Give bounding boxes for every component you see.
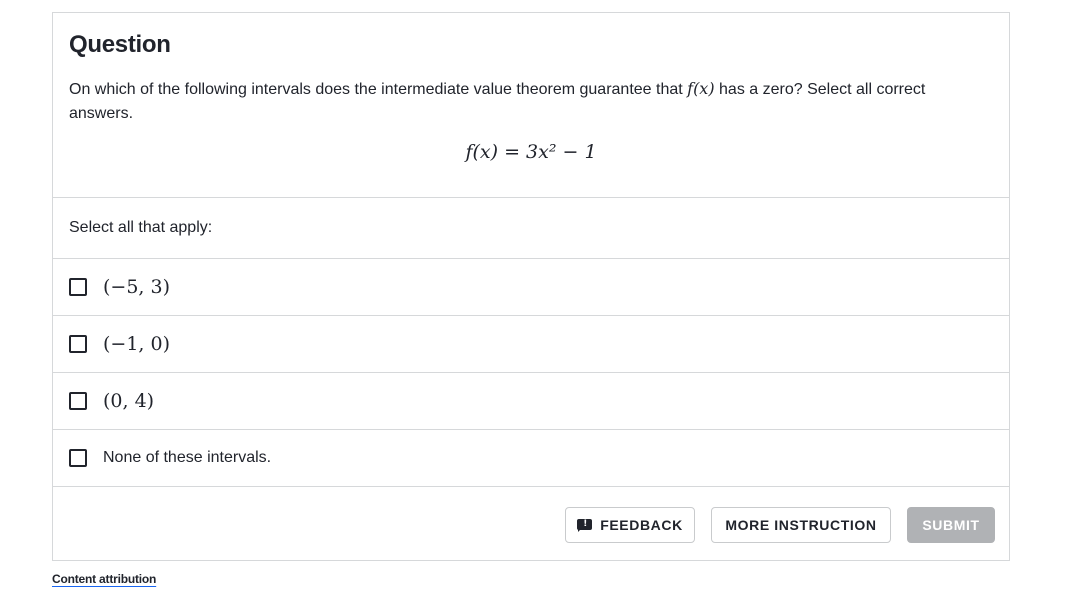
choice-1[interactable]: (−5, 3) — [53, 259, 1009, 316]
choice-checkbox[interactable] — [69, 335, 87, 353]
content-attribution-link[interactable]: Content attribution — [52, 572, 156, 586]
question-title: Question — [69, 31, 171, 58]
feedback-icon: ! — [577, 518, 593, 532]
question-formula: f(x) = 3x² − 1 — [465, 141, 597, 163]
choice-label: (0, 4) — [103, 390, 155, 412]
feedback-button[interactable]: ! FEEDBACK — [565, 507, 695, 543]
question-text-math: f(x) — [687, 79, 715, 98]
choice-label: (−5, 3) — [103, 276, 171, 298]
select-all-instructions: Select all that apply: — [53, 198, 1009, 259]
choice-checkbox[interactable] — [69, 449, 87, 467]
feedback-button-label: FEEDBACK — [600, 517, 683, 533]
question-text-before: On which of the following intervals does… — [69, 81, 688, 98]
submit-button[interactable]: SUBMIT — [907, 507, 995, 543]
question-text: On which of the following intervals does… — [69, 77, 989, 126]
choice-checkbox[interactable] — [69, 392, 87, 410]
question-footer: ! FEEDBACK MORE INSTRUCTION SUBMIT — [53, 485, 1009, 560]
choice-4[interactable]: None of these intervals. — [53, 430, 1009, 487]
choice-2[interactable]: (−1, 0) — [53, 316, 1009, 373]
choice-3[interactable]: (0, 4) — [53, 373, 1009, 430]
choice-label: (−1, 0) — [103, 333, 171, 355]
more-instruction-button[interactable]: MORE INSTRUCTION — [711, 507, 891, 543]
choice-checkbox[interactable] — [69, 278, 87, 296]
question-section: Question On which of the following inter… — [53, 13, 1009, 198]
choice-label: None of these intervals. — [103, 449, 272, 466]
question-card: Question On which of the following inter… — [52, 12, 1010, 561]
